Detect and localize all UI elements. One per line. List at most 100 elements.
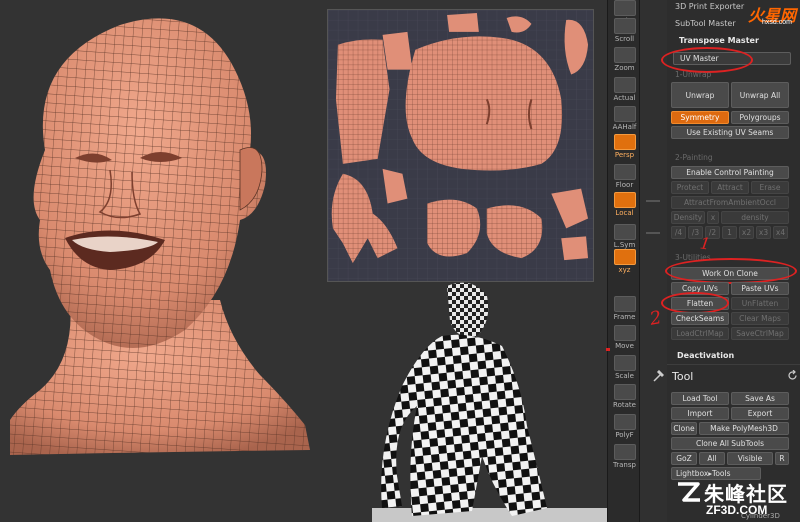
right-shelf: SPixScrollZoomActualAAHalfPerspFloorLoca… [607,0,640,522]
work-on-clone-button[interactable]: Work On Clone [671,267,789,280]
shelf-button-move[interactable]: Move [611,325,638,353]
annotation-mark [606,348,610,351]
shelf-icon [613,414,636,430]
zf3d-logo-icon [678,482,700,502]
shelf-button-label: xyz [618,266,631,274]
shelf-icon [613,355,636,371]
density-value-button[interactable]: x3 [756,226,771,239]
shelf-button-rotate[interactable]: Rotate [611,384,638,412]
shelf-icon [613,106,636,122]
uv-map-preview [327,9,594,282]
enable-control-painting-button[interactable]: Enable Control Painting [671,166,789,179]
paste-uvs-button[interactable]: Paste UVs [731,282,789,295]
shelf-button-label: Rotate [613,401,636,409]
goz-all-button[interactable]: All [699,452,725,465]
shelf-button-scroll[interactable]: Scroll [611,18,638,46]
unwrap-section-label: 1-Unwrap [675,70,712,79]
divider [667,364,800,365]
goz-visible-button[interactable]: Visible [727,452,773,465]
menu-transpose-master[interactable]: Transpose Master [679,36,759,45]
attract-button[interactable]: Attract [711,181,749,194]
shelf-icon [613,444,636,460]
deactivation-label[interactable]: Deactivation [677,351,734,360]
save-ctrl-map-button[interactable]: SaveCtrlMap [731,327,789,340]
shelf-button-label: Scale [615,372,634,380]
shelf-icon [613,77,636,93]
shelf-button-label: Transp [613,461,636,469]
use-existing-uv-seams-toggle[interactable]: Use Existing UV Seams [671,126,789,139]
density-slider[interactable]: density [721,211,789,224]
head-model [10,18,310,455]
save-as-button[interactable]: Save As [731,392,789,405]
density-value-button[interactable]: 1 [722,226,737,239]
shelf-icon [613,249,636,265]
watermark-top-url: hxsd.com [762,19,792,26]
viewport-canvas[interactable] [0,0,607,522]
goz-r-button[interactable]: R [775,452,789,465]
shelf-button-label: AAHalf [612,123,637,131]
shelf-button-polyf[interactable]: PolyF [611,414,638,442]
shelf-button-transp[interactable]: Transp [611,444,638,472]
attract-from-ambient-button[interactable]: AttractFromAmbientOccl [671,196,789,209]
shelf-button-label: Zoom [614,64,635,72]
shelf-button-label: Frame [613,313,636,321]
erase-button[interactable]: Erase [751,181,789,194]
make-polymesh3d-button[interactable]: Make PolyMesh3D [699,422,789,435]
shelf-button-aahalf[interactable]: AAHalf [611,106,638,134]
shelf-button-scale[interactable]: Scale [611,355,638,383]
shelf-icon [613,18,636,34]
checkseams-button[interactable]: CheckSeams [671,312,729,325]
clone-all-subtools-button[interactable]: Clone All SubTools [671,437,789,450]
tool-palette-title[interactable]: Tool [672,370,693,383]
load-ctrl-map-button[interactable]: LoadCtrlMap [671,327,729,340]
density-value-button[interactable]: /4 [671,226,686,239]
protect-button[interactable]: Protect [671,181,709,194]
density-button[interactable]: Density [671,211,705,224]
shelf-button-l-sym[interactable]: L.Sym [611,224,638,252]
shelf-button-label: Local [615,209,634,217]
symmetry-toggle[interactable]: Symmetry [671,111,729,124]
shelf-icon [613,296,636,312]
shelf-button-label: Scroll [614,35,635,43]
separator [646,232,660,234]
shelf-icon [613,164,636,180]
density-value-button[interactable]: x2 [739,226,754,239]
unwrap-button[interactable]: Unwrap [671,82,729,108]
separator [646,200,660,202]
checker-figure-model [372,282,607,522]
goz-button[interactable]: GoZ [671,452,697,465]
shelf-button-xyz[interactable]: xyz [611,249,638,277]
shelf-button-floor[interactable]: Floor [611,164,638,192]
shelf-button-label: Move [615,342,634,350]
shelf-button-actual[interactable]: Actual [611,77,638,105]
shelf-icon [613,0,636,16]
unwrap-all-button[interactable]: Unwrap All [731,82,789,108]
shelf-button-local[interactable]: Local [611,192,638,220]
shelf-button-zoom[interactable]: Zoom [611,47,638,75]
density-value-button[interactable]: x4 [773,226,788,239]
watermark-bottom: 朱峰社区 ZF3D.COM [676,478,800,522]
shelf-icon [613,325,636,341]
import-button[interactable]: Import [671,407,729,420]
unflatten-button[interactable]: UnFlatten [731,297,789,310]
density-multiplier[interactable]: x [707,211,719,224]
load-tool-button[interactable]: Load Tool [671,392,729,405]
uv-master-header[interactable]: UV Master [673,52,791,65]
clone-button[interactable]: Clone [671,422,697,435]
shelf-button-frame[interactable]: Frame [611,296,638,324]
menu-3d-print-exporter[interactable]: 3D Print Exporter [675,2,744,11]
clear-maps-button[interactable]: Clear Maps [731,312,789,325]
shelf-gap [640,0,667,522]
shelf-button-label: Actual [613,94,636,102]
shelf-icon [613,384,636,400]
shelf-button-label: Floor [615,181,634,189]
shelf-icon [613,192,636,208]
menu-subtool-master[interactable]: SubTool Master [675,19,736,28]
shelf-button-persp[interactable]: Persp [611,134,638,162]
hammer-icon [653,370,664,382]
copy-uvs-button[interactable]: Copy UVs [671,282,729,295]
polygroups-toggle[interactable]: Polygroups [731,111,789,124]
refresh-icon[interactable] [787,370,798,381]
flatten-button[interactable]: Flatten [671,297,729,310]
export-button[interactable]: Export [731,407,789,420]
